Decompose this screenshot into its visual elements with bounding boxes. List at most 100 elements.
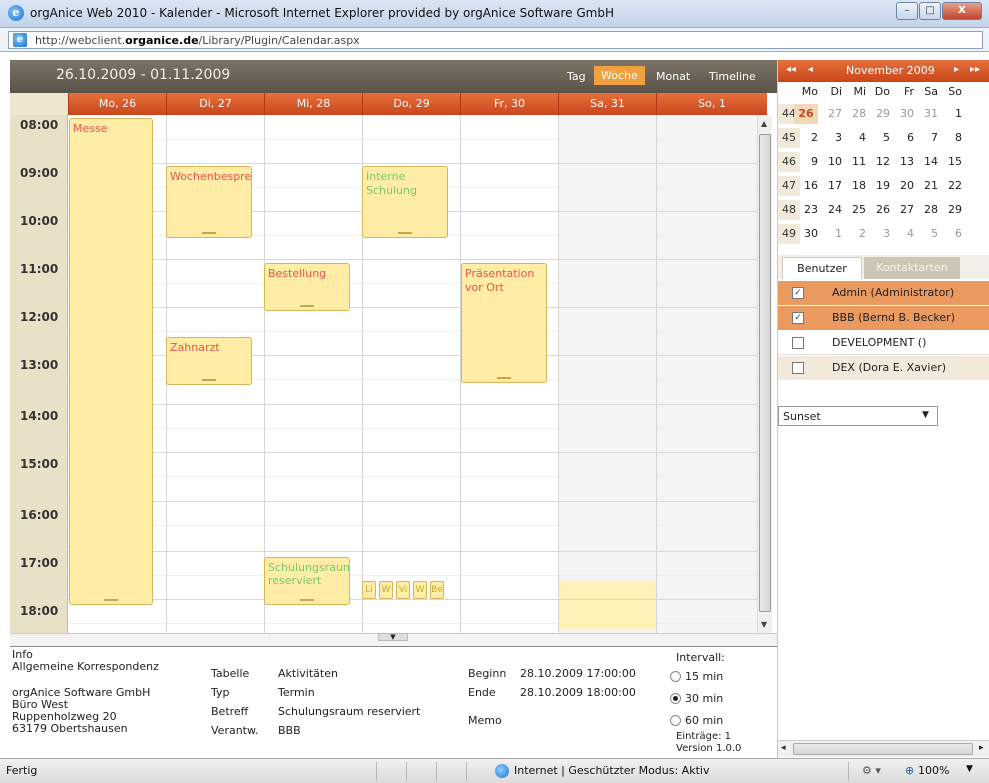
hscroll-thumb[interactable]	[793, 743, 973, 755]
user-checkbox[interactable]	[792, 362, 804, 374]
day-cell[interactable]: 8	[938, 128, 962, 148]
day-cell[interactable]: 27	[818, 104, 842, 124]
day-cell[interactable]: 21	[914, 176, 938, 196]
day-cell[interactable]: 26	[866, 200, 890, 220]
day-cell[interactable]: 1	[818, 224, 842, 244]
day-cell[interactable]: 19	[866, 176, 890, 196]
scroll-down-icon[interactable]: ▼	[761, 620, 767, 629]
scroll-left-icon[interactable]: ◂	[781, 743, 786, 753]
close-button[interactable]: X	[942, 2, 982, 20]
appointment-bestellung[interactable]: Bestellung	[264, 263, 350, 311]
resize-grip[interactable]	[202, 379, 216, 381]
prev-year-icon[interactable]: ◂◂	[786, 64, 796, 75]
tab-kontaktarten[interactable]: Kontaktarten	[864, 257, 960, 279]
day-cell[interactable]: 15	[938, 152, 962, 172]
protected-mode-icon[interactable]: ⚙ ▾	[862, 764, 881, 777]
next-month-icon[interactable]: ▸	[954, 64, 959, 75]
day-cell[interactable]: 6	[938, 224, 962, 244]
week-grid[interactable]: 08:00 09:00 10:00 11:00 12:00 13:00 14:0…	[10, 115, 757, 633]
day-cell[interactable]: 23	[794, 200, 818, 220]
day-cell[interactable]: 7	[914, 128, 938, 148]
day-cell[interactable]: 2	[842, 224, 866, 244]
appointment-mini[interactable]: Be	[430, 581, 444, 599]
user-row-dex[interactable]: DEX (Dora E. Xavier)	[778, 356, 989, 380]
day-cell[interactable]: 30	[890, 104, 914, 124]
user-checkbox[interactable]: ✓	[792, 312, 804, 324]
user-row-bbb[interactable]: ✓ BBB (Bernd B. Becker)	[778, 306, 989, 330]
view-tag-button[interactable]: Tag	[562, 68, 591, 85]
interval-60-radio[interactable]	[670, 715, 681, 726]
url-field[interactable]: e http://webclient.organice.de/Library/P…	[8, 31, 983, 49]
user-checkbox[interactable]: ✓	[792, 287, 804, 299]
side-hscrollbar[interactable]: ◂ ▸	[778, 740, 989, 757]
day-cell[interactable]: 22	[938, 176, 962, 196]
day-cell[interactable]: 28	[914, 200, 938, 220]
user-checkbox[interactable]	[792, 337, 804, 349]
prev-month-icon[interactable]: ◂	[808, 64, 813, 75]
day-cell[interactable]: 9	[794, 152, 818, 172]
day-header-fr[interactable]: Fr, 30	[460, 93, 558, 115]
day-cell[interactable]: 18	[842, 176, 866, 196]
day-cell[interactable]: 5	[866, 128, 890, 148]
zoom-level[interactable]: 100%	[918, 764, 949, 777]
day-cell[interactable]: 31	[914, 104, 938, 124]
day-header-mo[interactable]: Mo, 26	[68, 93, 166, 115]
day-cell[interactable]: 25	[842, 200, 866, 220]
security-zone[interactable]: Internet | Geschützter Modus: Aktiv	[514, 764, 709, 777]
day-header-so[interactable]: So, 1	[656, 93, 767, 115]
day-cell[interactable]: 6	[890, 128, 914, 148]
day-cell[interactable]: 3	[818, 128, 842, 148]
splitter-arrow-icon[interactable]: ▼	[378, 633, 408, 641]
zoom-chevron-icon[interactable]: ▼	[966, 764, 973, 774]
day-cell[interactable]: 30	[794, 224, 818, 244]
interval-30-radio[interactable]	[670, 693, 681, 704]
minical-grid[interactable]: Mo Di Mi Do Fr Sa So 44 26 27 28 29 30 31 1 45 2 3 4 5 6 7 8 46…	[778, 82, 989, 250]
day-header-mi[interactable]: Mi, 28	[264, 93, 362, 115]
appointment-mini[interactable]: Vi	[396, 581, 410, 599]
appointment-mini[interactable]: Li	[362, 581, 376, 599]
selected-slot[interactable]	[558, 581, 656, 629]
day-header-sa[interactable]: Sa, 31	[558, 93, 656, 115]
tab-benutzer[interactable]: Benutzer	[782, 257, 862, 279]
appointment-schulungsraum[interactable]: Schulungsraum reserviert	[264, 557, 350, 605]
day-header-di[interactable]: Di, 27	[166, 93, 264, 115]
view-woche-button[interactable]: Woche	[594, 66, 645, 85]
interval-option-label[interactable]: 15 min	[685, 670, 723, 683]
day-cell[interactable]: 5	[914, 224, 938, 244]
appointment-mini[interactable]: W	[413, 581, 427, 599]
day-cell[interactable]: 1	[938, 104, 962, 124]
view-timeline-button[interactable]: Timeline	[704, 68, 761, 85]
user-row-admin[interactable]: ✓ Admin (Administrator)	[778, 281, 989, 305]
resize-grip[interactable]	[497, 377, 511, 379]
interval-option-label[interactable]: 60 min	[685, 714, 723, 727]
grid-scrollbar[interactable]: ▲ ▼	[757, 115, 772, 633]
scroll-thumb[interactable]	[759, 134, 771, 612]
day-cell[interactable]: 2	[794, 128, 818, 148]
day-cell[interactable]: 4	[842, 128, 866, 148]
appointment-zahnarzt[interactable]: Zahnarzt	[166, 337, 252, 385]
theme-select[interactable]: Sunset ▼	[778, 406, 938, 426]
appointment-mini[interactable]: W	[379, 581, 393, 599]
user-row-development[interactable]: DEVELOPMENT ()	[778, 331, 989, 355]
day-cell[interactable]: 16	[794, 176, 818, 196]
minimize-button[interactable]: –	[896, 2, 918, 20]
day-cell[interactable]: 26	[794, 104, 818, 124]
day-cell[interactable]: 13	[890, 152, 914, 172]
scroll-right-icon[interactable]: ▸	[979, 743, 984, 753]
resize-grip[interactable]	[104, 599, 118, 601]
day-cell[interactable]: 17	[818, 176, 842, 196]
resize-grip[interactable]	[202, 232, 216, 234]
zoom-icon[interactable]: ⊕	[905, 764, 914, 777]
resize-grip[interactable]	[300, 599, 314, 601]
day-cell[interactable]: 29	[938, 200, 962, 220]
next-year-icon[interactable]: ▸▸	[970, 64, 980, 75]
view-monat-button[interactable]: Monat	[651, 68, 695, 85]
interval-option-label[interactable]: 30 min	[685, 692, 723, 705]
day-cell[interactable]: 20	[890, 176, 914, 196]
day-cell[interactable]: 24	[818, 200, 842, 220]
day-cell[interactable]: 10	[818, 152, 842, 172]
day-cell[interactable]: 12	[866, 152, 890, 172]
day-cell[interactable]: 3	[866, 224, 890, 244]
day-header-do[interactable]: Do, 29	[362, 93, 460, 115]
day-cell[interactable]: 14	[914, 152, 938, 172]
